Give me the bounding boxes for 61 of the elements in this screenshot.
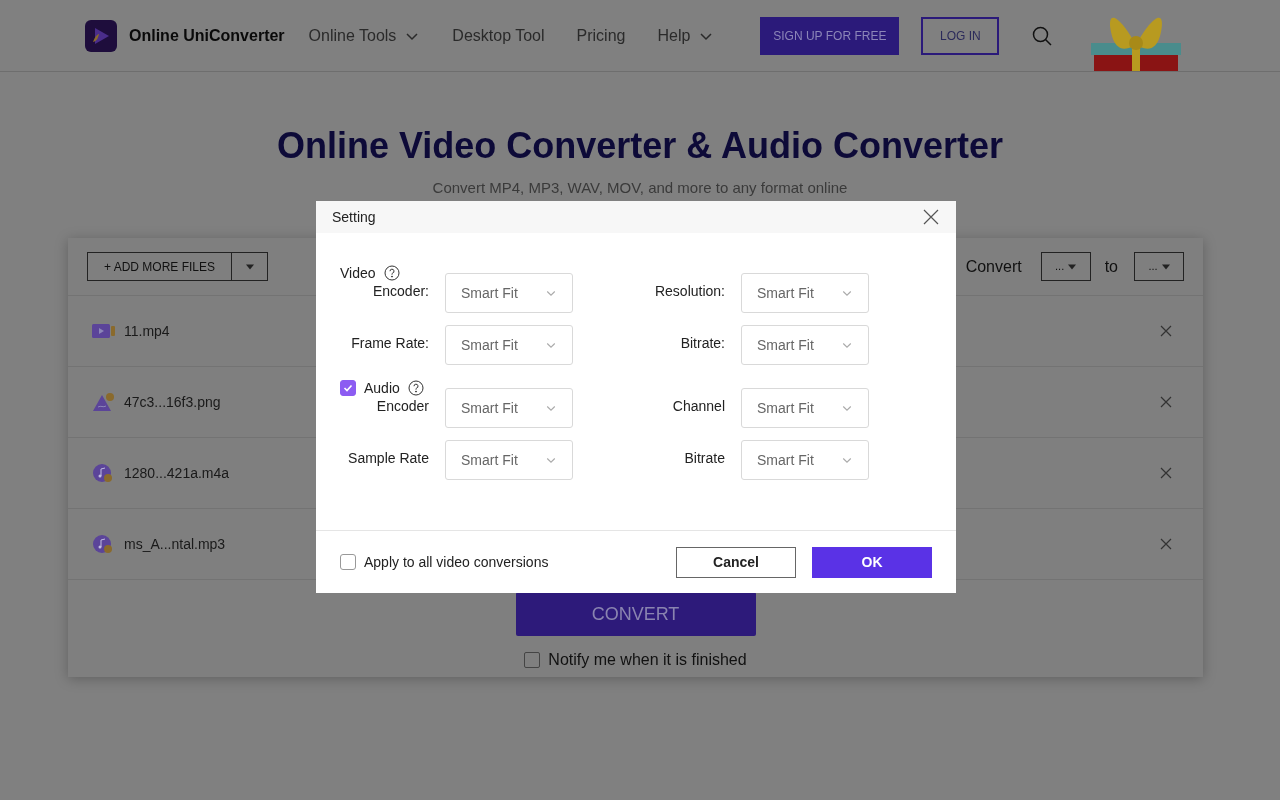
select-dropdown[interactable]: Smart Fit xyxy=(741,388,869,428)
file-name: 47c3...16f3.png xyxy=(124,392,221,412)
file-name: 11.mp4 xyxy=(124,321,170,341)
section-label: Video xyxy=(340,263,376,283)
close-icon[interactable] xyxy=(1160,467,1172,479)
to-label: to xyxy=(1104,256,1118,277)
field-label: Bitrate xyxy=(683,449,725,468)
checkmark-icon xyxy=(343,383,353,393)
nav-link[interactable]: Help xyxy=(657,23,715,48)
brand-name[interactable]: Online UniConverter xyxy=(129,23,285,48)
convert-label: Convert xyxy=(965,256,1022,277)
select-dropdown[interactable]: Smart Fit xyxy=(741,273,869,313)
nav-link[interactable]: Desktop Tool xyxy=(452,23,545,48)
apply-all-checkbox[interactable] xyxy=(340,554,356,570)
select-dropdown[interactable]: Smart Fit xyxy=(741,325,869,365)
file-name: ms_A...ntal.mp3 xyxy=(124,534,226,554)
audio-checkbox[interactable] xyxy=(340,380,356,396)
page-subtitle: Convert MP4, MP3, WAV, MOV, and more to any format online xyxy=(431,178,849,198)
log-in-button[interactable]: LOG IN xyxy=(921,16,1000,55)
field-label: Frame Rate: xyxy=(350,334,429,353)
video-file-icon xyxy=(92,323,116,339)
apply-all-label: Apply to all video conversions xyxy=(364,552,549,572)
notify-checkbox[interactable] xyxy=(524,652,541,668)
app-logo-icon[interactable] xyxy=(85,19,117,52)
help-icon xyxy=(383,265,400,281)
nav-link[interactable]: Pricing xyxy=(576,23,626,48)
close-icon[interactable] xyxy=(1160,396,1172,408)
close-icon[interactable] xyxy=(1160,538,1172,550)
source-format-dropdown[interactable]: ... xyxy=(1040,252,1091,281)
close-icon[interactable] xyxy=(923,209,939,225)
select-dropdown[interactable]: Smart Fit xyxy=(741,440,869,480)
select-dropdown[interactable]: Smart Fit xyxy=(445,388,573,428)
file-name: 1280...421a.m4a xyxy=(124,463,230,483)
image-file-icon xyxy=(92,392,116,412)
sign-up-button[interactable]: SIGN UP FOR FREE xyxy=(760,16,900,55)
field-label: Resolution: xyxy=(653,282,725,301)
caret-icon xyxy=(245,263,254,270)
ok-button[interactable]: OK xyxy=(812,546,932,578)
caret-icon xyxy=(1068,263,1077,270)
add-files-button[interactable]: + ADD MORE FILES xyxy=(87,252,233,281)
field-label: Sample Rate xyxy=(347,449,429,468)
add-files-dropdown-button[interactable] xyxy=(232,252,269,281)
notify-label: Notify me when it is finished xyxy=(548,650,747,670)
target-format-dropdown[interactable]: ... xyxy=(1134,252,1184,281)
caret-icon xyxy=(1161,263,1170,270)
field-label: Encoder xyxy=(375,397,429,416)
search-icon[interactable] xyxy=(1032,25,1053,46)
nav-link[interactable]: Online Tools xyxy=(308,23,421,48)
section-label: Audio xyxy=(364,378,400,398)
field-label: Encoder: xyxy=(371,282,429,301)
select-dropdown[interactable]: Smart Fit xyxy=(445,325,573,365)
field-label: Channel xyxy=(671,397,725,416)
close-icon[interactable] xyxy=(1160,325,1172,337)
field-label: Bitrate: xyxy=(679,334,725,353)
dialog-title: Setting xyxy=(332,207,376,227)
cancel-button[interactable]: Cancel xyxy=(676,546,796,578)
convert-button[interactable]: CONVERT xyxy=(515,592,756,636)
help-icon xyxy=(407,380,424,396)
select-dropdown[interactable]: Smart Fit xyxy=(445,273,573,313)
page-title: Online Video Converter & Audio Converter xyxy=(275,124,1005,168)
select-dropdown[interactable]: Smart Fit xyxy=(445,440,573,480)
